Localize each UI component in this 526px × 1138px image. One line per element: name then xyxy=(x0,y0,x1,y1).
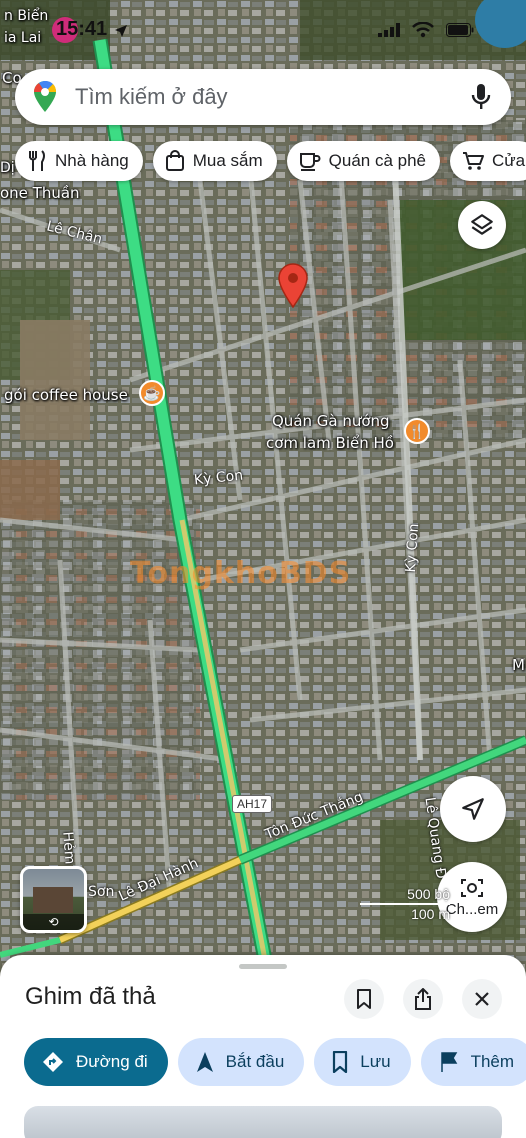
directions-button[interactable]: Đường đi xyxy=(24,1038,168,1086)
more-button[interactable]: Thêm xyxy=(420,1038,526,1086)
coffee-poi-icon[interactable]: ☕ xyxy=(139,380,165,406)
flag-icon xyxy=(440,1052,457,1072)
scale-imperial: 500 bộ xyxy=(407,886,450,902)
chip-restaurants[interactable]: Nhà hàng xyxy=(15,141,143,181)
chip-stores-label: Cửa xyxy=(492,151,526,170)
directions-label: Đường đi xyxy=(76,1052,148,1071)
dropped-pin-icon[interactable] xyxy=(277,262,309,308)
place-bottom-sheet[interactable]: Ghim đã thả Đường đi Bắt đầu Lưu Thêm xyxy=(0,955,526,1138)
map-label-quan-ga-line2[interactable]: cơm lam Biển Hồ xyxy=(266,434,394,452)
map-label-coffee-house[interactable]: gói coffee house xyxy=(4,386,128,404)
sheet-action-buttons: Đường đi Bắt đầu Lưu Thêm xyxy=(24,1038,526,1086)
chip-shopping[interactable]: Mua sắm xyxy=(152,141,277,181)
close-button[interactable] xyxy=(462,979,502,1019)
microphone-icon[interactable] xyxy=(471,83,491,111)
coffee-cup-icon xyxy=(299,153,321,171)
map-label-m: M xyxy=(512,656,525,674)
bookmark-icon xyxy=(357,989,371,1009)
fork-knife-icon xyxy=(29,150,45,171)
close-icon xyxy=(475,992,489,1006)
start-button[interactable]: Bắt đầu xyxy=(177,1038,305,1086)
sheet-drag-handle[interactable] xyxy=(239,964,287,969)
category-chips: Nhà hàng Mua sắm Quán cà phê Cửa xyxy=(15,141,526,181)
my-location-button[interactable] xyxy=(440,776,506,842)
road-label-hem: Hẻm xyxy=(59,831,78,865)
watermark-text: TongkhoBDS xyxy=(130,556,352,591)
google-maps-logo-icon xyxy=(34,81,57,112)
search-input[interactable]: Tìm kiếm ở đây xyxy=(75,84,471,110)
scale-bar: 500 bộ 100 m xyxy=(360,886,450,922)
map-label-quan-ga-line1[interactable]: Quán Gà nướng xyxy=(272,412,390,430)
chip-coffee[interactable]: Quán cà phê xyxy=(286,141,441,181)
chip-shopping-label: Mua sắm xyxy=(192,151,263,170)
cellular-signal-icon xyxy=(378,23,400,37)
directions-icon xyxy=(43,1052,63,1072)
layers-button[interactable] xyxy=(458,201,506,249)
save-bookmark-button[interactable] xyxy=(344,979,384,1019)
highway-shield-ah17: AH17 xyxy=(232,795,273,813)
map-label-di: Dị xyxy=(0,160,15,176)
place-photo[interactable] xyxy=(24,1106,502,1138)
rotate-360-icon: ⟲ xyxy=(23,914,84,930)
status-icons xyxy=(378,22,474,38)
bookmark-icon xyxy=(333,1051,348,1073)
status-time: 15:41 xyxy=(56,18,108,40)
restaurant-poi-icon[interactable]: 🍴 xyxy=(404,418,430,444)
shopping-cart-icon xyxy=(463,152,485,170)
status-bar: 15:41 xyxy=(0,12,526,48)
start-label: Bắt đầu xyxy=(225,1052,285,1071)
more-label: Thêm xyxy=(470,1052,515,1071)
share-button[interactable] xyxy=(403,979,443,1019)
chip-coffee-label: Quán cà phê xyxy=(328,151,427,170)
map-label-thuan: one Thuần xyxy=(0,184,80,202)
location-arrow-icon xyxy=(462,798,484,820)
layers-icon xyxy=(471,214,493,235)
screenshot-button-label: Ch...em xyxy=(445,900,499,918)
camera-lens-icon xyxy=(461,878,483,897)
navigation-arrow-icon xyxy=(196,1052,213,1072)
road-label-son: Sơn xyxy=(88,884,115,900)
search-bar[interactable]: Tìm kiếm ở đây xyxy=(15,69,511,125)
share-icon xyxy=(415,988,431,1010)
save-button[interactable]: Lưu xyxy=(314,1038,411,1086)
street-view-thumbnail[interactable]: ⟲ xyxy=(20,866,87,933)
location-services-icon xyxy=(115,25,127,37)
save-label: Lưu xyxy=(360,1052,391,1071)
battery-icon xyxy=(446,23,474,37)
wifi-icon xyxy=(412,22,434,38)
chip-restaurants-label: Nhà hàng xyxy=(55,151,129,170)
road-label-ky-con-vertical: Kỳ Con xyxy=(402,522,423,574)
sheet-title: Ghim đã thả xyxy=(25,983,156,1010)
shopping-bag-icon xyxy=(165,150,184,171)
scale-metric: 100 m xyxy=(411,906,450,922)
chip-stores[interactable]: Cửa xyxy=(450,141,526,181)
